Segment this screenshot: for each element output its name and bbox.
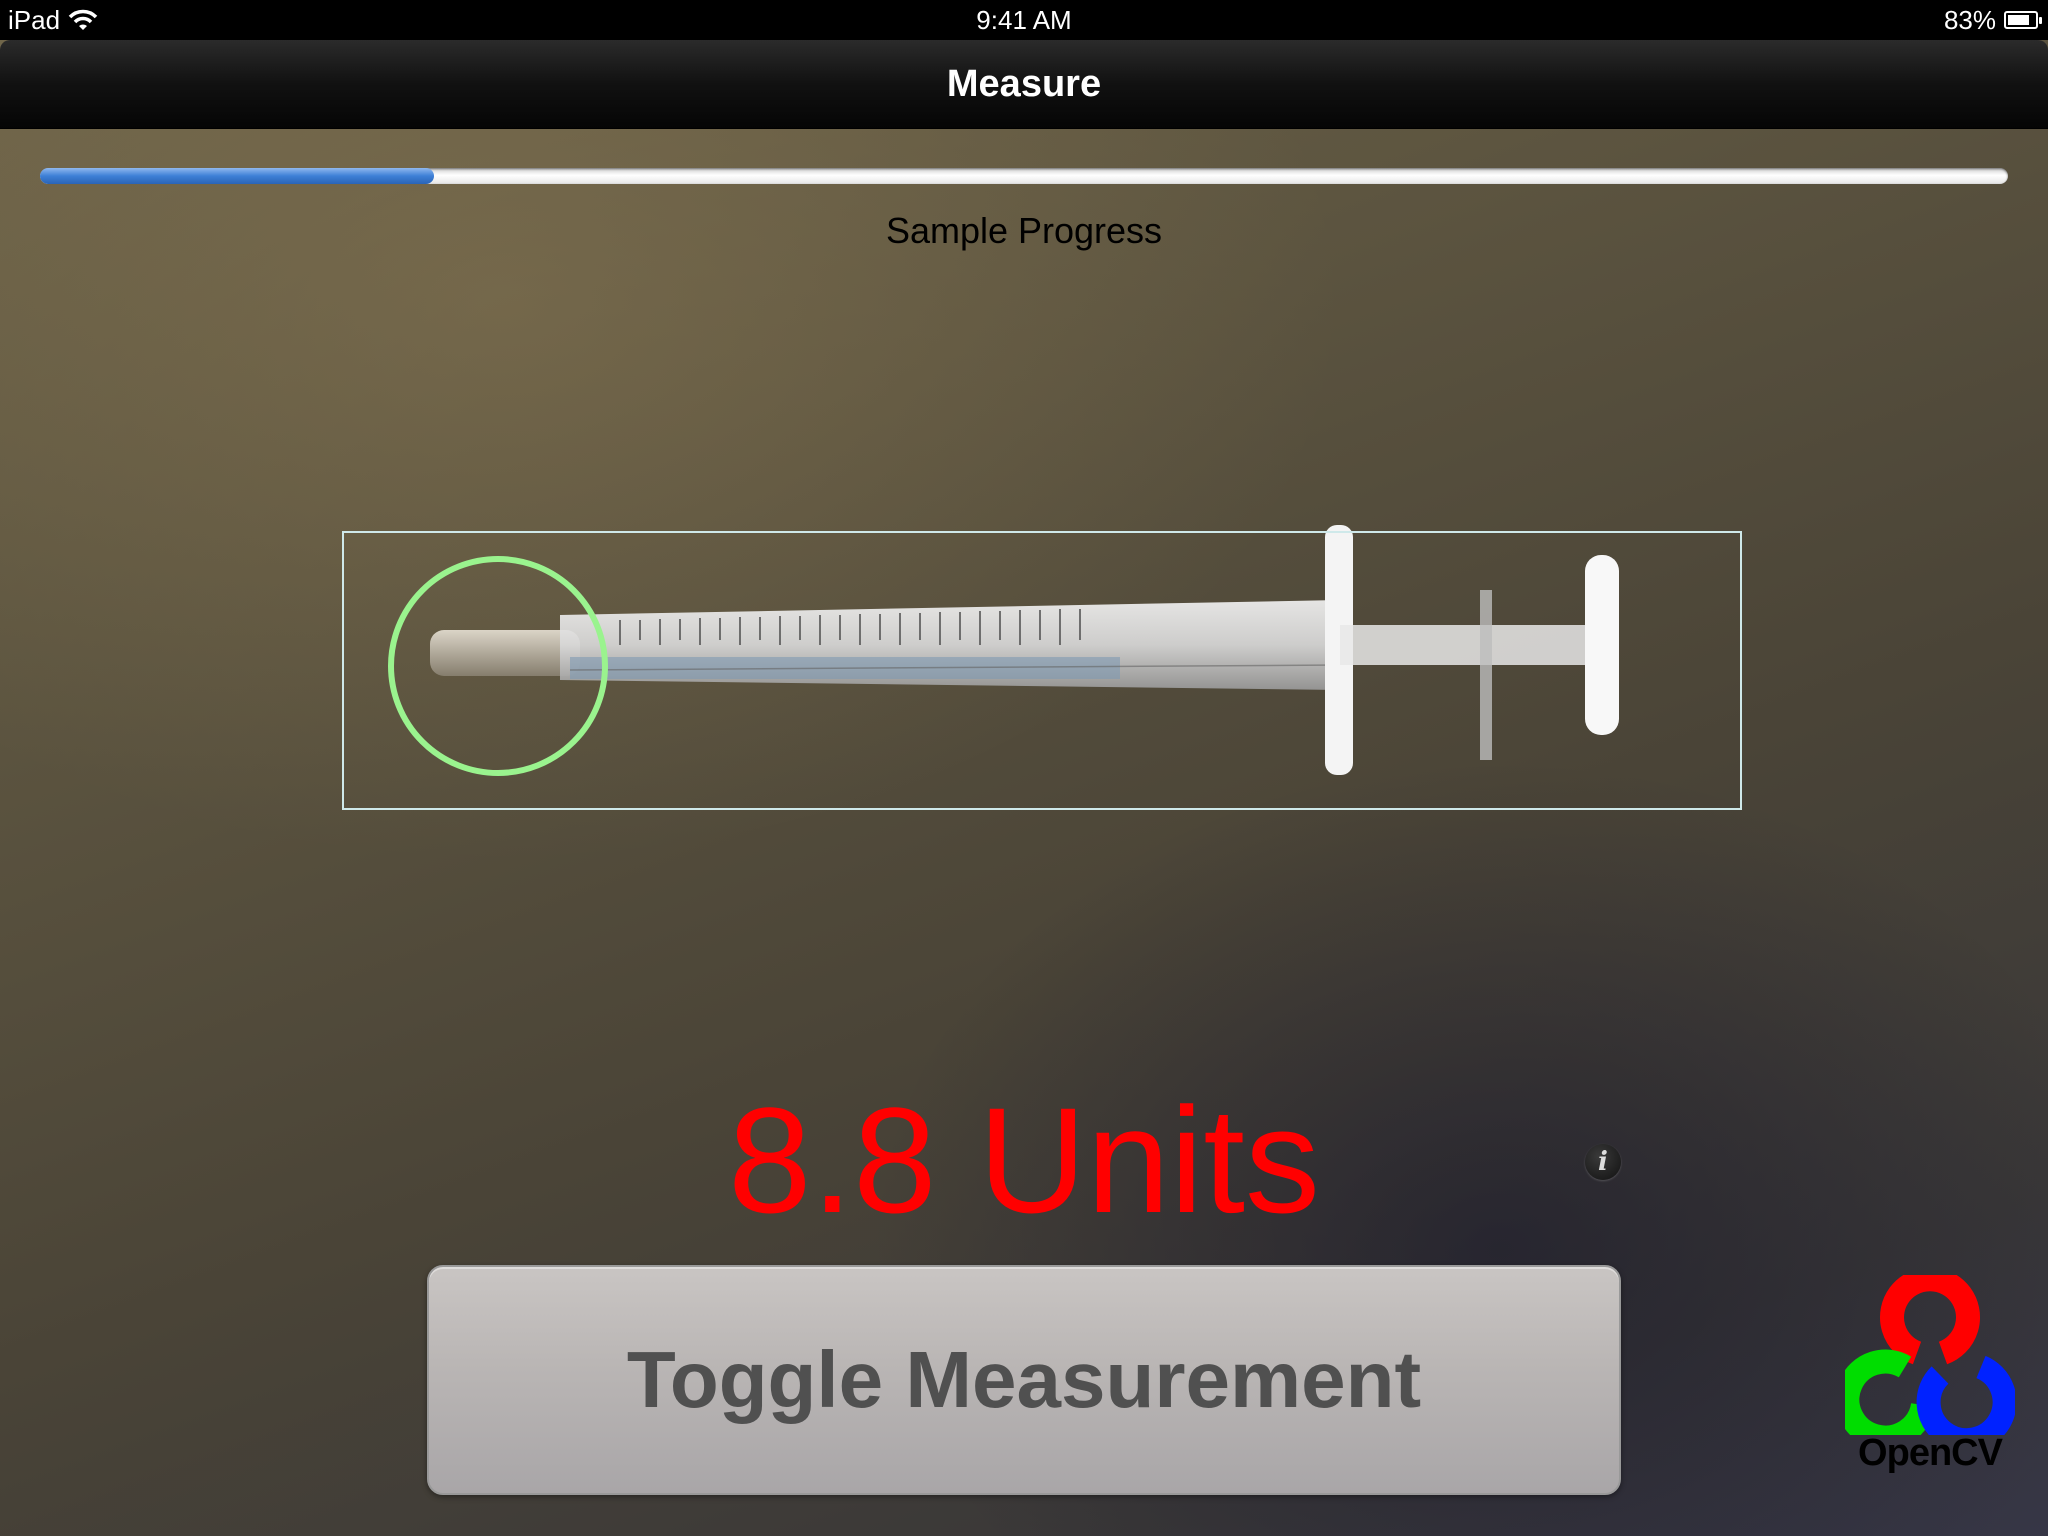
info-icon[interactable]: i xyxy=(1585,1144,1621,1180)
battery-icon xyxy=(2004,11,2042,29)
battery-level xyxy=(2008,15,2029,25)
tip-marker xyxy=(388,556,608,776)
sample-progress-bar xyxy=(40,168,2008,184)
status-bar: iPad 9:41 AM 83% xyxy=(0,0,2048,40)
opencv-logo-text: OpenCV xyxy=(1858,1432,2003,1474)
page-title: Measure xyxy=(946,63,1102,105)
measurement-readout: 8.8 Units xyxy=(728,1076,1320,1244)
opencv-logo-rings xyxy=(1835,1267,2017,1453)
clock: 9:41 AM xyxy=(976,5,1072,35)
toggle-measurement-label: Toggle Measurement xyxy=(626,1335,1422,1424)
toggle-measurement-button[interactable]: Toggle Measurement xyxy=(427,1265,1621,1495)
battery-percent: 83% xyxy=(1943,5,1996,35)
navigation-bar: Measure xyxy=(0,40,2048,129)
sample-progress-label: Sample Progress xyxy=(885,210,1163,251)
opencv-logo: OpenCV xyxy=(1835,1267,2017,1475)
sample-progress-fill xyxy=(40,168,434,184)
